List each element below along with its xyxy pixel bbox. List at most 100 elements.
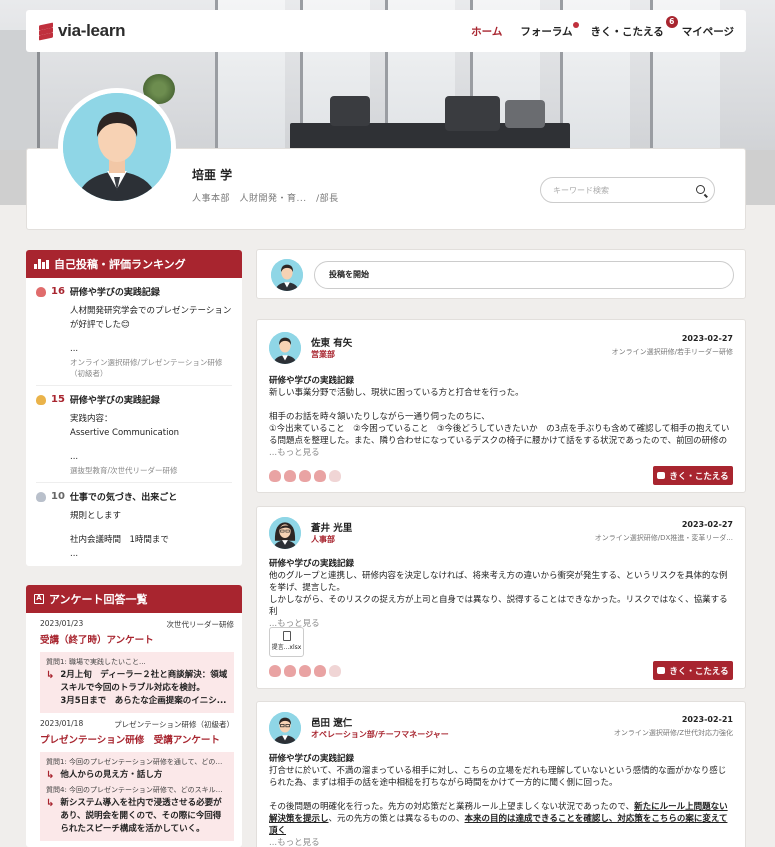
ranking-title: 自己投稿・評価ランキング [54, 258, 186, 271]
post-body[interactable]: 研修や学びの実践記録 打合せに於いて、不満の溜まっている相手に対し、こちらの立場… [269, 753, 733, 847]
clap-icon [314, 470, 326, 482]
post-author[interactable]: 邑田 遼仁 [311, 715, 352, 729]
read-more-link[interactable]: ...もっと見る [269, 837, 733, 847]
attachment-file[interactable]: 提言...xlsx [269, 627, 304, 657]
post-card: 邑田 遼仁 オペレーション部/チーフマネージャー 2023-02-21 オンライ… [256, 701, 746, 847]
ask-answer-button[interactable]: きく・こたえる [653, 661, 733, 680]
post-tag: オンライン選択研修/若手リーダー研修 [611, 348, 733, 356]
ask-answer-label: きく・こたえる [669, 471, 729, 482]
post-tag: オンライン選択研修/Z世代対応力強化 [613, 729, 733, 737]
post-date: 2023-02-27 [681, 520, 733, 529]
survey-answer-line: 3月5日まで あらたな企画提案のイニシ... [60, 696, 227, 706]
survey-question: 質問4: 今回のプレゼンテーション研修で、どのスキルを1... [46, 786, 228, 794]
profile-department: 人事本部 人財開発・育... /部長 [192, 194, 339, 204]
ranking-panel: 自己投稿・評価ランキング 16 研修や学びの実践記録 人材開発研究学会でのプレゼ… [26, 250, 242, 566]
nav-ask-label: きく・こたえる [590, 25, 664, 38]
brand-name: via-learn [58, 21, 126, 40]
ranking-header: 自己投稿・評価ランキング [26, 250, 242, 278]
rank-count: 15 [51, 394, 65, 405]
clap-icon [329, 665, 341, 677]
clap-icon [329, 470, 341, 482]
post-date: 2023-02-27 [681, 334, 733, 343]
rank-ellipsis: ... [70, 549, 79, 559]
nav-home[interactable]: ホーム [471, 24, 502, 39]
chair-decor [330, 96, 370, 126]
avatar[interactable] [269, 712, 301, 744]
notification-dot [572, 21, 579, 28]
search-input[interactable] [553, 185, 683, 195]
rank-body-line: が好評でした😊 [70, 320, 130, 330]
post-composer: 投稿を開始 [256, 249, 746, 299]
avatar[interactable] [269, 332, 301, 364]
survey-title: アンケート回答一覧 [49, 593, 148, 606]
search-icon[interactable] [696, 185, 705, 194]
nav-forum-label: フォーラム [520, 25, 573, 38]
ranking-item[interactable]: 10 仕事での気づき、出来ごと 規則とします 社内会議時間 1時間まで ... [26, 490, 242, 561]
ask-answer-label: きく・こたえる [669, 666, 729, 677]
avatar [271, 259, 303, 291]
post-author[interactable]: 佐東 有矢 [311, 335, 352, 349]
post-card: 蒼井 光里 人事部 2023-02-27 オンライン選択研修/DX推進・変革リー… [256, 506, 746, 689]
post-card: 佐東 有矢 営業部 2023-02-27 オンライン選択研修/若手リーダー研修 … [256, 319, 746, 493]
survey-answer-line: 2月上旬 ディーラー２社と商談解決：領域 [60, 670, 228, 680]
survey-question: 質問1: 職場で実践したいこと... [46, 658, 146, 666]
survey-item[interactable]: 2023/01/23 次世代リーダー研修 受講（終了時）アンケート 質問1: 職… [26, 613, 242, 713]
bar-chart-icon [34, 259, 49, 269]
clap-icon [36, 491, 46, 502]
nav-forum[interactable]: フォーラム [520, 21, 579, 39]
read-more-link[interactable]: ...もっと見る [269, 618, 733, 630]
nav-mypage[interactable]: マイページ [682, 24, 734, 39]
rank-body-line: 実践内容： [70, 414, 113, 424]
ranking-item[interactable]: 16 研修や学びの実践記録 人材開発研究学会でのプレゼンテーション が好評でした… [26, 285, 242, 386]
post-line: 新しい事業分野で活動し、現状に困っている方と打合せを行った。 [269, 388, 524, 398]
brand-logo[interactable]: via-learn [38, 21, 126, 41]
post-author[interactable]: 蒼井 光里 [311, 520, 352, 534]
survey-item[interactable]: 2023/01/18 プレゼンテーション研修（初級者） プレゼンテーション研修 … [26, 713, 242, 841]
checklist-icon: A [34, 594, 44, 604]
start-post-button[interactable]: 投稿を開始 [314, 261, 734, 289]
stack-logo-icon [38, 22, 54, 41]
post-title: 研修や学びの実践記録 [269, 376, 355, 386]
post-text: その後問題の明確化を行った。先方の対応策だと業務ルール上望ましくない状況であった… [269, 802, 635, 812]
ranking-item[interactable]: 15 研修や学びの実践記録 実践内容： Assertive Communicat… [26, 393, 242, 483]
survey-answer-line: あり、説明会を開くので、その際に今回得 [60, 811, 222, 821]
chat-icon [657, 667, 666, 674]
post-department: 人事部 [311, 535, 335, 544]
post-line: ①今出来ていること ②今困っていること ③今後どうしていきたいか の3点を手ぶり… [269, 424, 730, 446]
man-avatar-icon [269, 332, 301, 364]
post-title: 研修や学びの実践記録 [269, 559, 355, 569]
rank-count: 10 [51, 491, 65, 502]
clap-rating[interactable] [269, 470, 341, 482]
survey-date: 2023/01/23 [40, 619, 84, 628]
nav-ask-answer[interactable]: きく・こたえる 6 [590, 15, 678, 39]
avatar[interactable] [269, 517, 301, 549]
arrow-icon: ↳ [46, 670, 55, 681]
search-box [540, 177, 715, 203]
post-body[interactable]: 研修や学びの実践記録 他のグループと連携し、研修内容を決定しなければ、将来考え方… [269, 558, 733, 630]
rank-title: 研修や学びの実践記録 [69, 396, 160, 406]
profile-avatar[interactable] [58, 88, 176, 206]
rank-title: 仕事での気づき、出来ごと [69, 493, 178, 503]
survey-answer-line: 他人からの見え方・話し方 [60, 770, 163, 780]
man-avatar-icon [271, 259, 303, 291]
post-line: 打合せに於いて、不満の溜まっている相手に対し、こちらの立場をだれも理解していない… [269, 766, 727, 788]
ask-answer-button[interactable]: きく・こたえる [653, 466, 733, 485]
top-navbar: via-learn ホーム フォーラム きく・こたえる 6 マイページ [26, 10, 746, 52]
rank-body-line: Assertive Communication [70, 428, 180, 438]
rank-tag: 選抜型教育/次世代リーダー研修 [70, 466, 178, 475]
survey-date: 2023/01/18 [40, 719, 84, 728]
survey-answer-box: 質問1: 今回のプレゼンテーション研修を通して、どのよ... ↳ 他人からの見え… [40, 752, 234, 841]
attachment-name: 提言...xlsx [271, 644, 302, 651]
arrow-icon: ↳ [46, 770, 55, 781]
post-body[interactable]: 研修や学びの実践記録 新しい事業分野で活動し、現状に困っている方と打合せを行った… [269, 375, 733, 459]
read-more-link[interactable]: ...もっと見る [269, 447, 733, 459]
clap-rating[interactable] [269, 665, 341, 677]
survey-question: 質問1: 今回のプレゼンテーション研修を通して、どのよ... [46, 758, 228, 766]
rank-body-line: 社内会議時間 1時間まで [70, 535, 169, 545]
woman-avatar-icon [269, 517, 301, 549]
post-text: 、元の先方の策とは異なるものの、 [328, 814, 465, 824]
arrow-icon: ↳ [46, 798, 55, 809]
file-icon [282, 631, 291, 641]
survey-item-title: プレゼンテーション研修 受講アンケート [40, 735, 220, 746]
clap-icon [269, 665, 281, 677]
